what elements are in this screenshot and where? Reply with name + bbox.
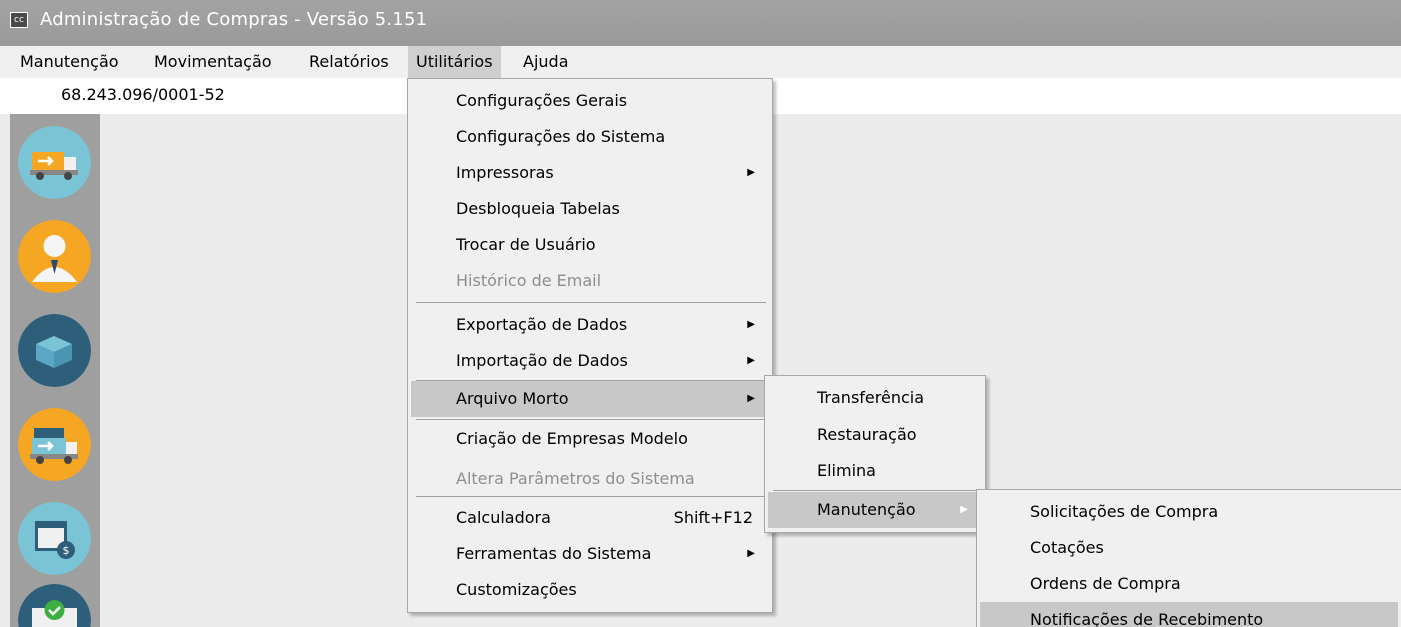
submenu-arrow-icon: ▶ — [747, 355, 755, 366]
menuitem-label: Configurações do Sistema — [456, 127, 666, 146]
menu-utilitarios[interactable]: Utilitários — [408, 46, 501, 78]
menu-bar: Manutenção Movimentação Relatórios Utili… — [0, 46, 1401, 78]
submenu-arrow-icon: ▶ — [747, 393, 755, 404]
box-icon[interactable] — [18, 314, 91, 387]
menuitem-notificacoes-recebimento[interactable]: Notificações de Recebimento — [980, 602, 1398, 627]
submenu-arrow-icon: ▶ — [747, 319, 755, 330]
menuitem-label: Configurações Gerais — [456, 91, 628, 110]
menuitem-elimina[interactable]: Elimina — [768, 453, 982, 489]
menu-movimentacao[interactable]: Movimentação — [146, 46, 280, 78]
menu-ajuda[interactable]: Ajuda — [515, 46, 577, 78]
menuitem-label: Calculadora — [456, 508, 551, 527]
menuitem-configuracoes-gerais[interactable]: Configurações Gerais — [411, 83, 769, 119]
menuitem-label: Ordens de Compra — [1030, 574, 1181, 593]
menuitem-exportacao-dados[interactable]: Exportação de Dados ▶ — [411, 307, 769, 343]
menuitem-label: Altera Parâmetros do Sistema — [456, 469, 695, 488]
menuitem-label: Desbloqueia Tabelas — [456, 199, 620, 218]
menuitem-criacao-empresas-modelo[interactable]: Criação de Empresas Modelo — [411, 421, 769, 457]
menu-separator — [773, 490, 979, 491]
menuitem-configuracoes-sistema[interactable]: Configurações do Sistema — [411, 119, 769, 155]
truck-box-icon[interactable] — [18, 408, 91, 481]
title-bar: cc Administração de Compras - Versão 5.1… — [0, 0, 1401, 46]
svg-text:$: $ — [63, 544, 70, 557]
submenu-arrow-icon: ▶ — [747, 548, 755, 559]
menuitem-label: Trocar de Usuário — [456, 235, 596, 254]
menuitem-manutencao[interactable]: Manutenção ▶ — [768, 492, 982, 528]
menuitem-label: Solicitações de Compra — [1030, 502, 1219, 521]
menuitem-customizacoes[interactable]: Customizações — [411, 572, 769, 608]
menu-separator — [416, 419, 766, 420]
menuitem-label: Criação de Empresas Modelo — [456, 429, 688, 448]
menuitem-calculadora[interactable]: Calculadora Shift+F12 — [411, 500, 769, 536]
menuitem-label: Manutenção — [817, 500, 916, 519]
menuitem-altera-parametros: Altera Parâmetros do Sistema — [411, 461, 769, 497]
menuitem-ferramentas-sistema[interactable]: Ferramentas do Sistema ▶ — [411, 536, 769, 572]
menuitem-label: Arquivo Morto — [456, 389, 569, 408]
menuitem-arquivo-morto[interactable]: Arquivo Morto ▶ — [411, 381, 769, 417]
submenu-arrow-icon: ▶ — [960, 504, 968, 515]
menuitem-label: Elimina — [817, 461, 876, 480]
user-icon[interactable] — [18, 220, 91, 293]
menuitem-desbloqueia-tabelas[interactable]: Desbloqueia Tabelas — [411, 191, 769, 227]
menuitem-label: Impressoras — [456, 163, 554, 182]
manutencao-submenu: Solicitações de Compra Cotações Ordens d… — [976, 489, 1401, 627]
menu-manutencao[interactable]: Manutenção — [12, 46, 127, 78]
menuitem-label: Cotações — [1030, 538, 1104, 557]
calendar-money-icon[interactable]: $ — [18, 502, 91, 575]
truck-icon[interactable] — [18, 126, 91, 199]
menu-separator — [416, 496, 766, 497]
menuitem-label: Exportação de Dados — [456, 315, 628, 334]
menuitem-label: Notificações de Recebimento — [1030, 610, 1264, 627]
menuitem-label: Transferência — [817, 388, 925, 407]
shortcut-label: Shift+F12 — [673, 508, 753, 527]
menuitem-historico-email: Histórico de Email — [411, 263, 769, 299]
app-icon[interactable]: cc — [10, 12, 28, 28]
menuitem-label: Histórico de Email — [456, 271, 602, 290]
menuitem-cotacoes[interactable]: Cotações — [980, 530, 1398, 566]
menuitem-ordens-compra[interactable]: Ordens de Compra — [980, 566, 1398, 602]
check-box-icon[interactable] — [18, 584, 91, 627]
menuitem-trocar-usuario[interactable]: Trocar de Usuário — [411, 227, 769, 263]
menuitem-label: Restauração — [817, 425, 917, 444]
menu-relatorios[interactable]: Relatórios — [301, 46, 397, 78]
menuitem-solicitacoes-compra[interactable]: Solicitações de Compra — [980, 494, 1398, 530]
menuitem-transferencia[interactable]: Transferência — [768, 380, 982, 416]
menuitem-restauracao[interactable]: Restauração — [768, 417, 982, 453]
menuitem-label: Ferramentas do Sistema — [456, 544, 652, 563]
menu-separator — [416, 302, 766, 303]
company-cnpj: 68.243.096/0001-52 — [61, 85, 225, 104]
menuitem-label: Importação de Dados — [456, 351, 628, 370]
window-title: Administração de Compras - Versão 5.151 — [40, 9, 428, 30]
menuitem-label: Customizações — [456, 580, 577, 599]
sidebar: $ — [10, 114, 100, 627]
menuitem-impressoras[interactable]: Impressoras ▶ — [411, 155, 769, 191]
utilitarios-dropdown: Configurações Gerais Configurações do Si… — [407, 78, 773, 613]
submenu-arrow-icon: ▶ — [747, 167, 755, 178]
menuitem-importacao-dados[interactable]: Importação de Dados ▶ — [411, 343, 769, 379]
arquivo-morto-submenu: Transferência Restauração Elimina Manute… — [764, 375, 986, 533]
